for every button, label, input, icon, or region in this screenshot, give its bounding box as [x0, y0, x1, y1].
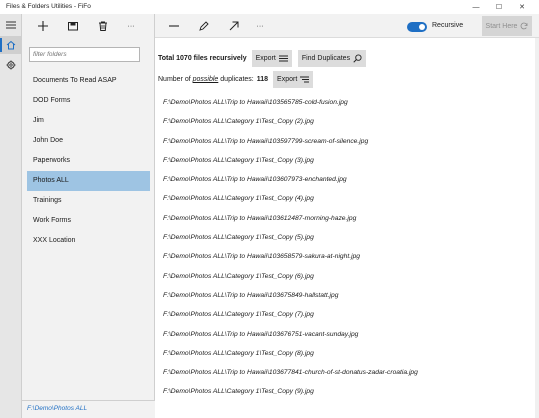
duplicates-count: 118 [256, 76, 269, 83]
minimize-button[interactable]: — [467, 0, 485, 14]
start-here-button[interactable]: Start Here [482, 16, 532, 36]
export-duplicates-button[interactable]: Export [273, 71, 314, 88]
file-item[interactable]: F:\Demo\Photos ALL\Category 1\Test_Copy … [163, 382, 533, 401]
file-item[interactable]: F:\Demo\Photos ALL\Trip to Hawaii\103675… [163, 286, 533, 305]
refresh-icon [521, 22, 528, 30]
minus-icon[interactable] [165, 17, 183, 35]
total-files-text: Total 1070 files recursively [158, 55, 247, 62]
save-icon[interactable] [64, 17, 82, 35]
sort-list-icon [300, 76, 310, 83]
export-label: Export [255, 55, 276, 62]
file-item[interactable]: F:\Demo\Photos ALL\Trip to Hawaii\103658… [163, 247, 533, 266]
file-item[interactable]: F:\Demo\Photos ALL\Category 1\Test_Copy … [163, 112, 533, 131]
file-item[interactable]: F:\Demo\Photos ALL\Category 1\Test_Copy … [163, 228, 533, 247]
recursive-label: Recursive [432, 22, 464, 29]
vertical-scrollbar[interactable] [535, 38, 539, 418]
hamburger-icon[interactable] [0, 16, 22, 34]
filter-folders-input[interactable] [29, 47, 140, 62]
start-here-label: Start Here [485, 22, 518, 30]
export-duplicates-label: Export [277, 76, 298, 83]
duplicates-row: Number of possible duplicates: 118 Expor… [158, 71, 314, 88]
folder-pane: ··· Documents To Read ASAP DOD Forms Jim… [22, 14, 155, 418]
title-bar: Files & Folders Utilities - FiFo — ☐ ✕ [0, 0, 539, 14]
main-pane: ··· Recursive Start Here Total 1070 file… [155, 14, 539, 418]
more-button[interactable]: ··· [122, 17, 140, 35]
search-icon [353, 54, 362, 63]
folder-item-dod-forms[interactable]: DOD Forms [22, 91, 155, 111]
find-duplicates-label: Find Duplicates [301, 55, 351, 62]
folder-item-documents[interactable]: Documents To Read ASAP [22, 71, 155, 91]
more-button-main[interactable]: ··· [251, 17, 269, 35]
selected-path[interactable]: F:\Demo\Photos ALL [27, 405, 87, 412]
pencil-icon[interactable] [195, 17, 213, 35]
summary-row: Total 1070 files recursively Export Find… [158, 50, 367, 67]
file-item[interactable]: F:\Demo\Photos ALL\Trip to Hawaii\103597… [163, 132, 533, 151]
folder-item-trainings[interactable]: Trainings [22, 191, 155, 211]
file-item[interactable]: F:\Demo\Photos ALL\Trip to Hawaii\103612… [163, 209, 533, 228]
folder-item-paperworks[interactable]: Paperworks [22, 151, 155, 171]
file-item[interactable]: F:\Demo\Photos ALL\Category 1\Test_Copy … [163, 267, 533, 286]
main-toolbar: ··· Recursive Start Here [155, 14, 539, 38]
close-button[interactable]: ✕ [513, 0, 531, 14]
folder-item-john-doe[interactable]: John Doe [22, 131, 155, 151]
gear-icon[interactable] [0, 56, 22, 74]
plus-icon[interactable] [34, 17, 52, 35]
recursive-toggle[interactable] [407, 22, 427, 32]
file-item[interactable]: F:\Demo\Photos ALL\Category 1\Test_Copy … [163, 189, 533, 208]
maximize-button[interactable]: ☐ [490, 0, 508, 14]
file-item[interactable]: F:\Demo\Photos ALL\Category 1\Test_Copy … [163, 344, 533, 363]
file-item[interactable]: F:\Demo\Photos ALL\Category 1\Test_Copy … [163, 151, 533, 170]
export-button[interactable]: Export [251, 50, 292, 67]
folder-item-work-forms[interactable]: Work Forms [22, 211, 155, 231]
window-title: Files & Folders Utilities - FiFo [6, 3, 91, 10]
folder-item-xxx-location[interactable]: XXX Location [22, 231, 155, 251]
folder-item-photos-all[interactable]: Photos ALL [27, 171, 150, 191]
file-list: F:\Demo\Photos ALL\Trip to Hawaii\103565… [163, 93, 533, 402]
folder-list: Documents To Read ASAP DOD Forms Jim Joh… [22, 71, 155, 251]
find-duplicates-button[interactable]: Find Duplicates [297, 50, 367, 67]
arrow-up-right-icon[interactable] [225, 17, 243, 35]
file-item[interactable]: F:\Demo\Photos ALL\Trip to Hawaii\103677… [163, 363, 533, 382]
list-icon [278, 55, 288, 62]
duplicates-prefix: Number of [158, 76, 191, 83]
file-item[interactable]: F:\Demo\Photos ALL\Trip to Hawaii\103565… [163, 93, 533, 112]
duplicates-suffix: duplicates: [220, 76, 254, 83]
trash-icon[interactable] [94, 17, 112, 35]
duplicates-word: possible [192, 76, 219, 83]
file-item[interactable]: F:\Demo\Photos ALL\Trip to Hawaii\103607… [163, 170, 533, 189]
file-item[interactable]: F:\Demo\Photos ALL\Trip to Hawaii\103676… [163, 325, 533, 344]
nav-rail [0, 14, 22, 418]
folder-item-jim[interactable]: Jim [22, 111, 155, 131]
selected-path-bar: F:\Demo\Photos ALL [22, 400, 155, 418]
folder-toolbar: ··· [22, 14, 155, 38]
file-item[interactable]: F:\Demo\Photos ALL\Category 1\Test_Copy … [163, 305, 533, 324]
home-icon[interactable] [0, 36, 22, 54]
